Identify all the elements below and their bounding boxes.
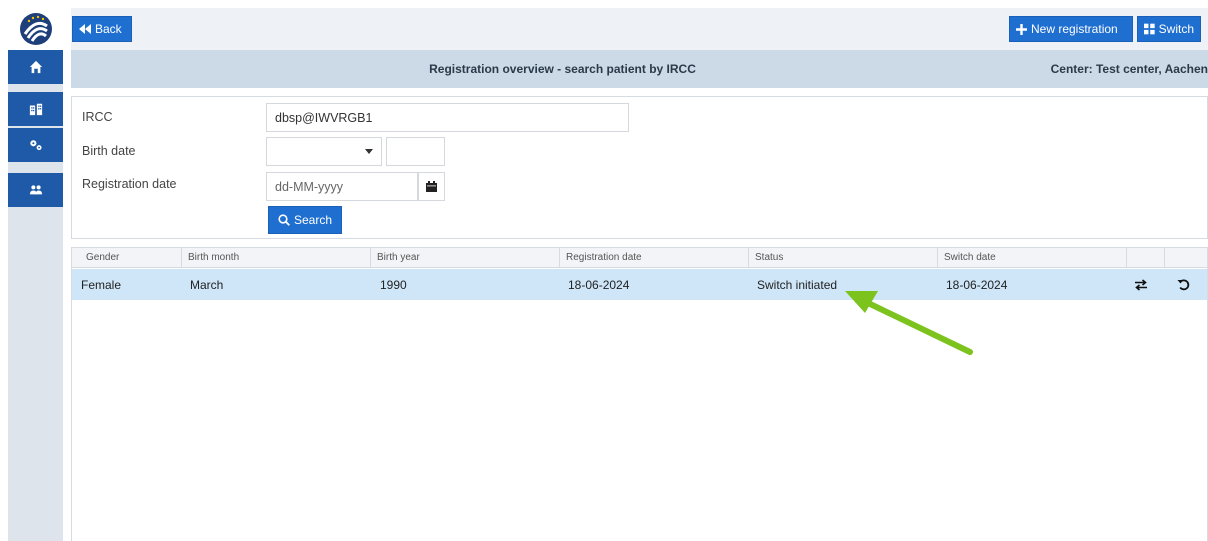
annotation-arrow	[845, 291, 973, 355]
